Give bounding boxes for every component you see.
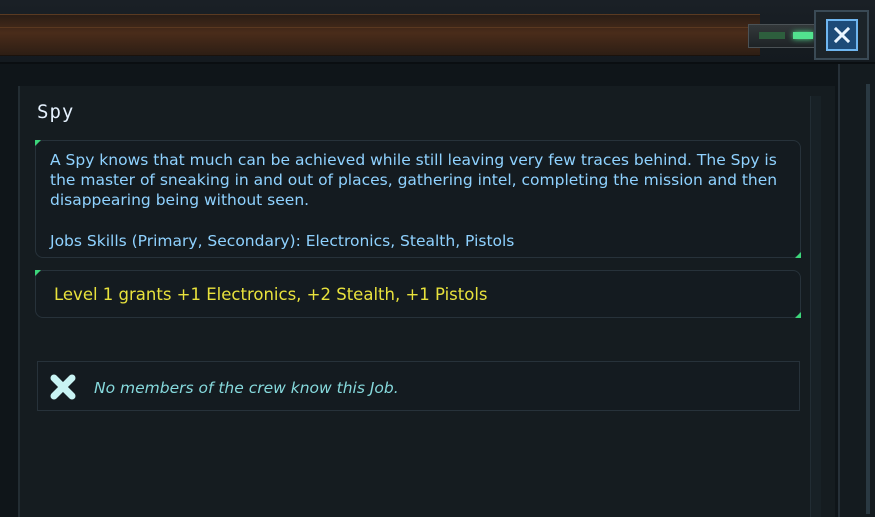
- title-bar: [0, 0, 875, 64]
- rail-line: [0, 27, 760, 28]
- decorative-rail: [0, 14, 760, 56]
- close-button[interactable]: [826, 19, 858, 51]
- level-grant-text: Level 1 grants +1 Electronics, +2 Stealt…: [54, 285, 488, 304]
- job-description-box: A Spy knows that much can be achieved wh…: [35, 140, 801, 258]
- job-description: A Spy knows that much can be achieved wh…: [50, 151, 778, 209]
- connector-led: [793, 32, 813, 39]
- right-frame-rail: [838, 64, 875, 517]
- job-skills: Jobs Skills (Primary, Secondary): Electr…: [50, 232, 515, 250]
- rail-connector: [748, 24, 822, 48]
- connector-light: [759, 32, 785, 39]
- job-title: Spy: [37, 101, 75, 123]
- x-icon: [50, 374, 76, 400]
- level-grant-box: Level 1 grants +1 Electronics, +2 Stealt…: [35, 270, 801, 318]
- scrollbar-track[interactable]: [810, 96, 821, 517]
- crew-status-box: No members of the crew know this Job.: [37, 361, 800, 411]
- close-icon: [833, 26, 851, 44]
- crew-status-message: No members of the crew know this Job.: [94, 379, 399, 397]
